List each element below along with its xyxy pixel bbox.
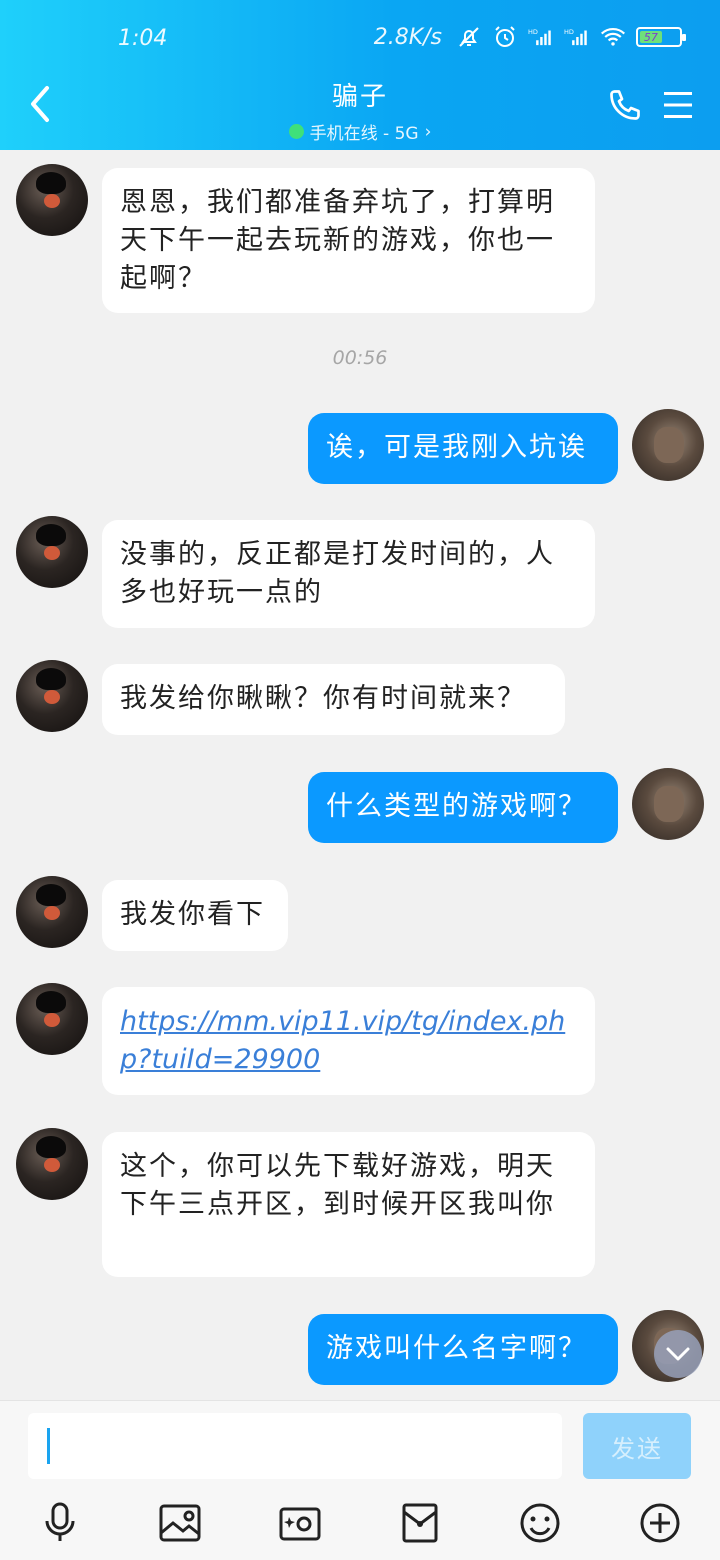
battery-level: 57 <box>640 31 662 44</box>
mute-bell-icon <box>456 24 482 50</box>
chevron-right-icon: › <box>424 121 432 142</box>
message-list[interactable]: 恩恩，我们都准备弃坑了，打算明天下午一起去玩新的游戏，你也一起啊？ 00:56 … <box>0 150 720 1400</box>
message-bubble-incoming[interactable]: 没事的，反正都是打发时间的，人多也好玩一点的 <box>102 520 595 628</box>
input-toolbar <box>0 1499 720 1555</box>
contact-avatar[interactable] <box>16 660 88 732</box>
message-bubble-outgoing[interactable]: 游戏叫什么名字啊？ <box>308 1314 618 1385</box>
status-time: 1:04 <box>118 26 168 51</box>
contact-avatar[interactable] <box>16 983 88 1055</box>
text-caret <box>47 1428 50 1464</box>
scroll-to-bottom-button[interactable] <box>654 1330 702 1378</box>
message-bubble-incoming[interactable]: 我发给你瞅瞅？你有时间就来？ <box>102 664 565 735</box>
message-bubble-incoming[interactable]: 这个，你可以先下载好游戏，明天下午三点开区，到时候开区我叫你 <box>102 1132 595 1277</box>
hamburger-menu-icon <box>664 92 692 118</box>
my-avatar[interactable] <box>632 409 704 481</box>
emoji-icon[interactable] <box>516 1499 564 1547</box>
hd-signal-icon: HD <box>564 24 590 50</box>
contact-avatar[interactable] <box>16 1128 88 1200</box>
status-icons: 2.8K/s HD HD 57 <box>373 24 686 50</box>
my-avatar[interactable] <box>632 768 704 840</box>
svg-text:HD: HD <box>528 28 538 36</box>
online-dot-icon <box>288 124 304 139</box>
message-bubble-outgoing[interactable]: 诶，可是我刚入坑诶 <box>308 413 618 484</box>
net-speed: 2.8K/s <box>373 24 442 50</box>
contact-avatar[interactable] <box>16 876 88 948</box>
alarm-icon <box>492 24 518 50</box>
message-link[interactable]: https://mm.vip11.vip/tg/index.php?tuiId=… <box>120 1006 565 1075</box>
call-button[interactable] <box>604 84 646 126</box>
input-bar: 发送 <box>0 1400 720 1560</box>
contact-avatar[interactable] <box>16 516 88 588</box>
message-input[interactable] <box>28 1413 562 1479</box>
hd-signal-icon: HD <box>528 24 554 50</box>
message-bubble-incoming: https://mm.vip11.vip/tg/index.php?tuiId=… <box>102 987 595 1095</box>
microphone-icon[interactable] <box>36 1499 84 1547</box>
chevron-down-icon <box>666 1347 690 1361</box>
time-divider: 00:56 <box>332 347 388 369</box>
camera-icon[interactable] <box>276 1499 324 1547</box>
message-bubble-incoming[interactable]: 恩恩，我们都准备弃坑了，打算明天下午一起去玩新的游戏，你也一起啊？ <box>102 168 595 313</box>
online-status[interactable]: 手机在线 - 5G › <box>288 119 432 144</box>
send-button[interactable]: 发送 <box>583 1413 691 1479</box>
chat-header: 1:04 2.8K/s HD HD 57 骗子 手机在线 - 5G › <box>0 0 720 150</box>
red-packet-icon[interactable] <box>396 1499 444 1547</box>
status-bar: 1:04 2.8K/s HD HD 57 <box>0 0 720 80</box>
phone-icon <box>610 90 640 120</box>
message-bubble-incoming[interactable]: 我发你看下 <box>102 880 288 951</box>
plus-icon[interactable] <box>636 1499 684 1547</box>
menu-button[interactable] <box>660 86 696 124</box>
contact-avatar[interactable] <box>16 164 88 236</box>
wifi-icon <box>600 24 626 50</box>
image-icon[interactable] <box>156 1499 204 1547</box>
message-bubble-outgoing[interactable]: 什么类型的游戏啊？ <box>308 772 618 843</box>
battery-icon: 57 <box>636 27 686 47</box>
svg-text:HD: HD <box>564 28 574 36</box>
online-status-text: 手机在线 - 5G <box>309 124 419 144</box>
